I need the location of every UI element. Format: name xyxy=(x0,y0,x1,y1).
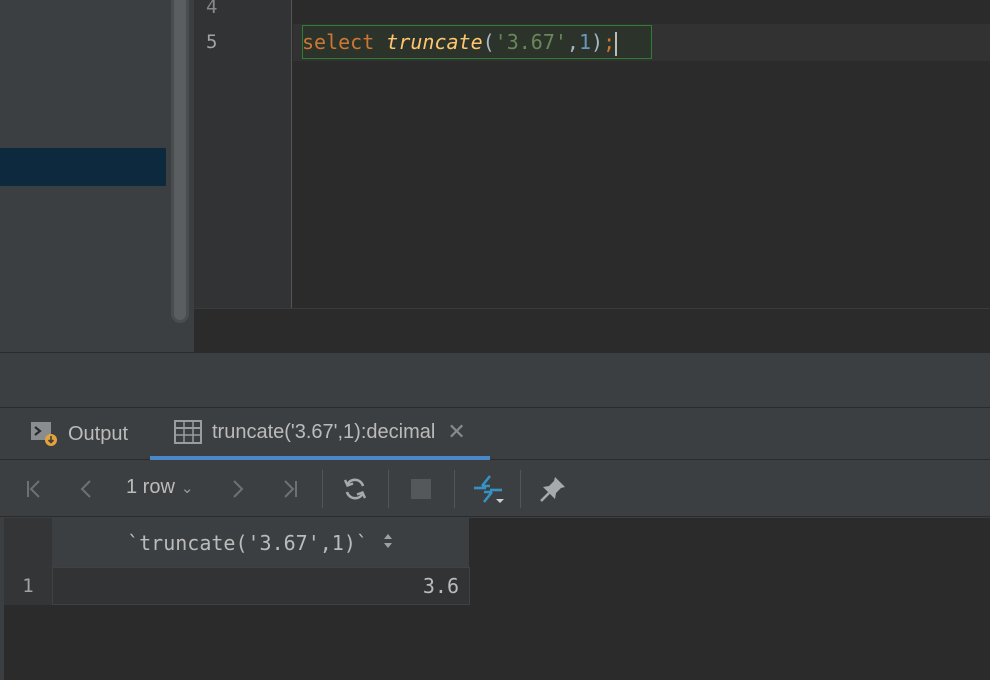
sql-keyword: select xyxy=(302,30,375,54)
stop-icon[interactable] xyxy=(406,474,436,504)
next-page-icon[interactable] xyxy=(222,474,252,504)
first-page-icon[interactable] xyxy=(20,474,50,504)
comma: , xyxy=(566,30,579,54)
pin-icon[interactable] xyxy=(538,474,568,504)
row-count-label: 1 row xyxy=(126,476,175,498)
services-tool-window: Output truncate('3.67',1):decimal ✕ 1 ro… xyxy=(0,408,990,680)
grid-corner xyxy=(4,518,52,567)
tab-query-result[interactable]: truncate('3.67',1):decimal ✕ xyxy=(150,408,490,460)
close-icon[interactable]: ✕ xyxy=(447,419,465,445)
compare-icon[interactable] xyxy=(472,474,506,504)
last-page-icon[interactable] xyxy=(274,474,304,504)
refresh-icon[interactable] xyxy=(340,474,370,504)
table-icon xyxy=(174,420,202,444)
console-icon xyxy=(30,421,58,447)
panel-splitter[interactable] xyxy=(0,352,990,408)
result-grid: `truncate('3.67',1)` 1 3.6 xyxy=(4,518,990,680)
project-panel-scrollbar[interactable] xyxy=(174,0,186,320)
semicolon: ; xyxy=(603,30,616,54)
sql-string-literal: '3.67' xyxy=(494,30,567,54)
line-number-gutter: 4 5 xyxy=(194,0,292,308)
sort-icon[interactable] xyxy=(382,532,394,554)
line-number-current: 5 xyxy=(206,31,218,53)
sql-number-literal: 1 xyxy=(578,30,592,54)
toolbar-separator xyxy=(388,470,389,508)
open-paren: ( xyxy=(482,30,495,54)
table-cell[interactable]: 3.6 xyxy=(52,567,470,605)
sql-editor[interactable]: 4 5 select truncate('3.67',1); xyxy=(194,0,990,352)
row-number[interactable]: 1 xyxy=(4,567,52,605)
close-paren: ) xyxy=(591,30,604,54)
result-toolbar: 1 row ⌄ xyxy=(0,460,990,517)
toolbar-separator xyxy=(520,470,521,508)
previous-page-icon[interactable] xyxy=(72,474,102,504)
code-line-5[interactable]: select truncate('3.67',1); xyxy=(302,27,618,58)
tab-output[interactable]: Output xyxy=(30,408,128,460)
column-header-label: `truncate('3.67',1)` xyxy=(127,530,368,555)
project-tree-selected-row[interactable] xyxy=(0,148,166,186)
tool-window-tabs: Output truncate('3.67',1):decimal ✕ xyxy=(0,408,990,460)
tab-label: truncate('3.67',1):decimal xyxy=(212,420,436,443)
row-count-selector[interactable]: 1 row ⌄ xyxy=(126,476,193,499)
sql-function: truncate xyxy=(386,30,483,54)
editor-footer xyxy=(194,308,990,352)
tab-label: Output xyxy=(68,422,129,445)
chevron-down-icon: ⌄ xyxy=(180,479,194,497)
text-caret xyxy=(615,31,618,56)
toolbar-separator xyxy=(322,470,323,508)
line-number: 4 xyxy=(206,0,218,18)
column-header[interactable]: `truncate('3.67',1)` xyxy=(52,518,470,567)
toolbar-separator xyxy=(454,470,455,508)
